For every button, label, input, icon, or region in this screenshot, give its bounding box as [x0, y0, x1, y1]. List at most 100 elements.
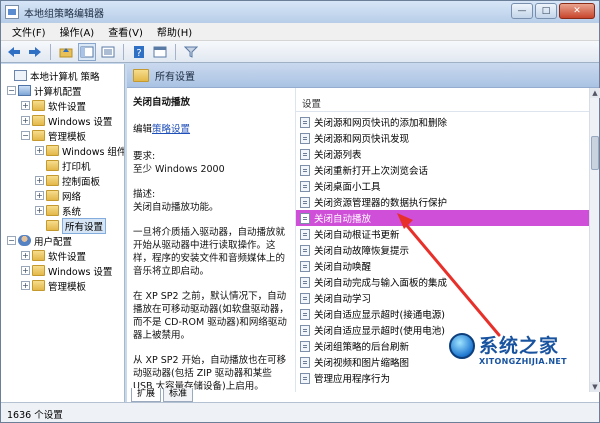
- expand-icon[interactable]: +: [21, 251, 30, 260]
- edit-policy-line: 编辑策略设置: [133, 123, 289, 136]
- forward-arrow-icon[interactable]: [26, 43, 44, 61]
- tree-item-local-policy[interactable]: 本地计算机 策略: [3, 68, 100, 83]
- list-item[interactable]: 关闭重新打开上次浏览会话: [296, 162, 590, 178]
- expand-icon[interactable]: +: [21, 266, 30, 275]
- list-item-label: 关闭桌面小工具: [314, 182, 381, 193]
- list-item[interactable]: 关闭自动故障恢复提示: [296, 242, 590, 258]
- toolbar-separator: [175, 43, 176, 60]
- list-item[interactable]: 关闭源列表: [296, 146, 590, 162]
- edit-policy-link[interactable]: 策略设置: [152, 124, 190, 135]
- title-bar[interactable]: 本地组策略编辑器 — □ ✕: [1, 1, 599, 23]
- collapse-icon[interactable]: −: [21, 131, 30, 140]
- list-item[interactable]: 关闭资源管理器的数据执行保护: [296, 194, 590, 210]
- globe-logo-icon: [449, 333, 475, 359]
- tree-item-windows-settings[interactable]: + Windows 设置: [21, 113, 112, 128]
- list-item[interactable]: 关闭自动唤醒: [296, 258, 590, 274]
- list-item-label: 关闭源和网页快讯发现: [314, 134, 410, 145]
- tree-item-network[interactable]: + 网络: [35, 188, 81, 203]
- policy-setting-icon: [300, 116, 310, 128]
- setting-description: 关闭自动播放 编辑策略设置 要求: 至少 Windows 2000 描述: 关闭…: [127, 88, 295, 392]
- list-item-label: 关闭自动完成与输入面板的集成: [314, 278, 448, 289]
- expand-icon[interactable]: +: [35, 176, 44, 185]
- watermark-brand: 系统之家: [479, 335, 560, 357]
- list-item[interactable]: 关闭源和网页快讯发现: [296, 130, 590, 146]
- list-item[interactable]: 关闭自动播放: [296, 210, 590, 226]
- expand-icon[interactable]: +: [21, 101, 30, 110]
- tree-item-user-software-settings[interactable]: + 软件设置: [21, 248, 86, 263]
- help-icon[interactable]: ?: [130, 43, 148, 61]
- list-item-label: 关闭源和网页快讯的添加和删除: [314, 118, 448, 129]
- menu-file[interactable]: 文件(F): [5, 24, 53, 39]
- scroll-thumb[interactable]: [591, 136, 599, 170]
- minimize-button[interactable]: —: [511, 3, 533, 19]
- tree-item-printers[interactable]: 打印机: [35, 158, 91, 173]
- column-header-setting[interactable]: 设置: [296, 88, 590, 112]
- tree-item-label: 所有设置: [62, 217, 107, 234]
- tree-item-label: Windows 设置: [48, 266, 113, 278]
- tree-item-system[interactable]: + 系统: [35, 203, 81, 218]
- tree-item-user-admin-templates[interactable]: + 管理模板: [21, 278, 86, 293]
- folder-icon: [46, 160, 59, 171]
- list-item-label: 关闭自动唤醒: [314, 262, 372, 273]
- list-item[interactable]: 关闭自适应显示超时(接通电源): [296, 306, 590, 322]
- up-folder-icon[interactable]: [57, 43, 75, 61]
- console-icon[interactable]: [151, 43, 169, 61]
- tree-item-label: Windows 组件: [62, 146, 125, 158]
- folder-icon: [32, 130, 45, 141]
- tree-item-admin-templates[interactable]: − 管理模板: [21, 128, 86, 143]
- tree-item-label: 管理模板: [48, 281, 87, 293]
- tree-item-software-settings[interactable]: + 软件设置: [21, 98, 86, 113]
- tree-item-label: 打印机: [62, 161, 91, 173]
- expand-icon[interactable]: +: [21, 116, 30, 125]
- list-item[interactable]: 关闭源和网页快讯的添加和删除: [296, 114, 590, 130]
- tab-standard[interactable]: 标准: [163, 388, 194, 402]
- menu-view[interactable]: 查看(V): [101, 24, 150, 39]
- tab-extended[interactable]: 扩展: [131, 388, 162, 402]
- scroll-up-icon[interactable]: ▲: [590, 88, 600, 98]
- pane-title: 所有设置: [155, 72, 195, 83]
- export-list-icon[interactable]: [99, 43, 117, 61]
- folder-icon: [32, 265, 45, 276]
- policy-setting-icon: [300, 308, 310, 320]
- list-item-label: 关闭自动根证书更新: [314, 230, 400, 241]
- tree-item-user-windows-settings[interactable]: + Windows 设置: [21, 263, 112, 278]
- show-tree-icon[interactable]: [78, 42, 96, 61]
- list-item[interactable]: 关闭桌面小工具: [296, 178, 590, 194]
- close-button[interactable]: ✕: [559, 3, 595, 19]
- tree-item-user-config[interactable]: − 用户配置: [7, 233, 72, 248]
- menu-action[interactable]: 操作(A): [53, 24, 102, 39]
- list-item-label: 关闭组策略的后台刷新: [314, 342, 410, 353]
- list-item-label: 关闭自动故障恢复提示: [314, 246, 410, 257]
- menu-help[interactable]: 帮助(H): [150, 24, 199, 39]
- status-bar: 1636 个设置: [1, 402, 599, 422]
- collapse-icon[interactable]: −: [7, 236, 16, 245]
- collapse-icon[interactable]: −: [7, 86, 16, 95]
- list-item-label: 关闭自动学习: [314, 294, 372, 305]
- policy-setting-icon: [300, 372, 310, 384]
- policy-setting-icon: [300, 180, 310, 192]
- back-arrow-icon[interactable]: [5, 43, 23, 61]
- tree-item-computer-config[interactable]: − 计算机配置: [7, 83, 82, 98]
- description-label: 描述:: [133, 189, 156, 200]
- maximize-button[interactable]: □: [535, 3, 557, 19]
- app-icon: [5, 5, 19, 19]
- policy-setting-icon: [300, 260, 310, 272]
- tree-item-all-settings[interactable]: 所有设置: [35, 217, 107, 234]
- requirement-label: 要求:: [133, 151, 156, 162]
- tree-item-label: 软件设置: [48, 101, 87, 113]
- toolbar: ?: [1, 41, 599, 63]
- expand-icon[interactable]: +: [35, 191, 44, 200]
- tree-item-label: 用户配置: [34, 236, 73, 248]
- expand-icon[interactable]: +: [35, 206, 44, 215]
- tree-item-windows-components[interactable]: + Windows 组件: [35, 143, 125, 158]
- tree-item-label: 控制面板: [62, 176, 101, 188]
- policy-setting-icon: [300, 244, 310, 256]
- list-item[interactable]: 关闭自动完成与输入面板的集成: [296, 274, 590, 290]
- expand-icon[interactable]: +: [35, 146, 44, 155]
- filter-icon[interactable]: [182, 43, 200, 61]
- list-item[interactable]: 关闭自动根证书更新: [296, 226, 590, 242]
- tree-item-control-panel[interactable]: + 控制面板: [35, 173, 100, 188]
- list-item[interactable]: 关闭自动学习: [296, 290, 590, 306]
- folder-icon: [32, 250, 45, 261]
- expand-icon[interactable]: +: [21, 281, 30, 290]
